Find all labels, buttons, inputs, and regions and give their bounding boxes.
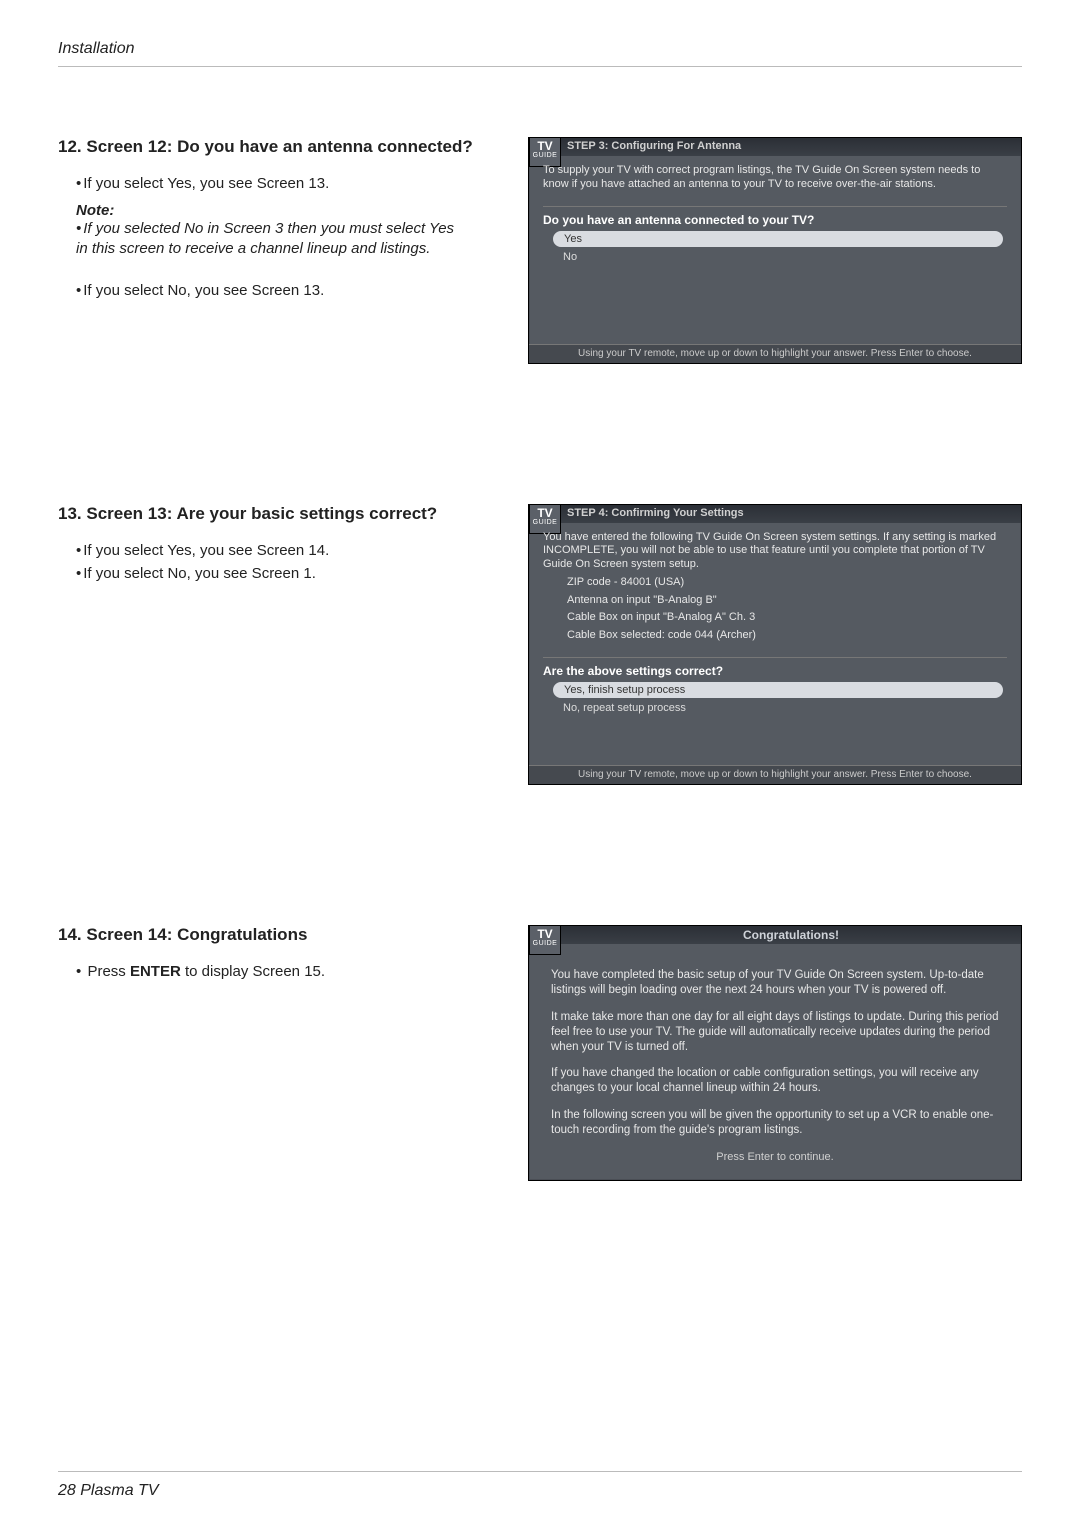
screen12-footer: Using your TV remote, move up or down to… — [529, 344, 1021, 363]
panel-header: TV GUIDE STEP 4: Confirming Your Setting… — [529, 505, 1021, 523]
screen13-footer: Using your TV remote, move up or down to… — [529, 765, 1021, 784]
screen13-panel: TV GUIDE STEP 4: Confirming Your Setting… — [528, 504, 1022, 785]
tv-guide-logo-icon: TV GUIDE — [529, 137, 561, 167]
section-13-bullet-no: If you select No, you see Screen 1. — [76, 565, 488, 582]
section-13-text: 13. Screen 13: Are your basic settings c… — [58, 504, 488, 588]
screen13-line3: Cable Box on input "B-Analog A" Ch. 3 — [543, 611, 1007, 625]
congrats-body: You have completed the basic setup of yo… — [529, 944, 1021, 1181]
screen12-options: Yes No — [553, 231, 1003, 264]
manual-page: Installation 12. Screen 12: Do you have … — [0, 0, 1080, 1528]
screen13-intro-text: You have entered the following TV Guide … — [543, 531, 1007, 572]
congrats-footer: Press Enter to continue. — [551, 1150, 999, 1164]
section-13-bullet-yes: If you select Yes, you see Screen 14. — [76, 542, 488, 559]
logo-bottom: GUIDE — [530, 519, 560, 526]
logo-bottom: GUIDE — [530, 152, 560, 159]
congrats-title: Congratulations! — [561, 926, 1021, 944]
screen13-body: You have entered the following TV Guide … — [529, 523, 1021, 651]
section-14-text: 14. Screen 14: Congratulations Press ENT… — [58, 925, 488, 986]
panel-intro: To supply your TV with correct program l… — [529, 156, 1021, 200]
logo-top: TV — [537, 927, 552, 941]
note-label: Note: — [76, 202, 488, 219]
page-section-header: Installation — [58, 40, 1022, 67]
note-body: If you selected No in Screen 3 then you … — [76, 219, 458, 260]
logo-bottom: GUIDE — [530, 940, 560, 947]
screen13-option-yes[interactable]: Yes, finish setup process — [553, 682, 1003, 698]
panel-header: TV GUIDE STEP 3: Configuring For Antenna — [529, 138, 1021, 156]
section-14: 14. Screen 14: Congratulations Press ENT… — [58, 925, 1022, 1182]
screen12-option-yes[interactable]: Yes — [553, 231, 1003, 247]
screen13-question: Are the above settings correct? — [543, 657, 1007, 678]
screen13-line4: Cable Box selected: code 044 (Archer) — [543, 629, 1007, 643]
congrats-p3: If you have changed the location or cabl… — [551, 1066, 999, 1096]
screen13-line1: ZIP code - 84001 (USA) — [543, 576, 1007, 590]
logo-top: TV — [537, 139, 552, 153]
screen12-intro-text: To supply your TV with correct program l… — [543, 164, 1007, 192]
enter-key-label: ENTER — [130, 963, 181, 980]
tv-guide-logo-icon: TV GUIDE — [529, 925, 561, 955]
screen12-question: Do you have an antenna connected to your… — [543, 206, 1007, 227]
section-12-bullet-yes: If you select Yes, you see Screen 13. — [76, 175, 488, 192]
panel-step-title: STEP 3: Configuring For Antenna — [561, 138, 1021, 154]
page-footer: 28 Plasma TV — [58, 1471, 1022, 1500]
panel-step-title: STEP 4: Confirming Your Settings — [561, 505, 1021, 521]
section-13: 13. Screen 13: Are your basic settings c… — [58, 504, 1022, 785]
screen13-options: Yes, finish setup process No, repeat set… — [553, 682, 1003, 715]
screen13-option-no[interactable]: No, repeat setup process — [553, 701, 1003, 715]
section-12: 12. Screen 12: Do you have an antenna co… — [58, 137, 1022, 364]
panel-spacer — [529, 274, 1021, 344]
congrats-p1: You have completed the basic setup of yo… — [551, 968, 999, 998]
screen12-panel: TV GUIDE STEP 3: Configuring For Antenna… — [528, 137, 1022, 364]
panel-spacer — [529, 725, 1021, 765]
bullet-pre: Press — [87, 963, 130, 980]
logo-top: TV — [537, 506, 552, 520]
section-12-heading: 12. Screen 12: Do you have an antenna co… — [58, 137, 488, 157]
tv-guide-logo-icon: TV GUIDE — [529, 504, 561, 534]
section-14-heading: 14. Screen 14: Congratulations — [58, 925, 488, 945]
congrats-p4: In the following screen you will be give… — [551, 1108, 999, 1138]
section-12-bullet-no: If you select No, you see Screen 13. — [76, 282, 488, 299]
section-14-bullet: Press ENTER to display Screen 15. — [76, 963, 488, 980]
screen14-panel: TV GUIDE Congratulations! You have compl… — [528, 925, 1022, 1182]
congrats-p2: It make take more than one day for all e… — [551, 1010, 999, 1055]
panel-header: TV GUIDE Congratulations! — [529, 926, 1021, 944]
bullet-post: to display Screen 15. — [181, 963, 325, 980]
section-12-text: 12. Screen 12: Do you have an antenna co… — [58, 137, 488, 305]
section-13-heading: 13. Screen 13: Are your basic settings c… — [58, 504, 488, 524]
screen13-line2: Antenna on input "B-Analog B" — [543, 594, 1007, 608]
screen12-option-no[interactable]: No — [553, 250, 1003, 264]
